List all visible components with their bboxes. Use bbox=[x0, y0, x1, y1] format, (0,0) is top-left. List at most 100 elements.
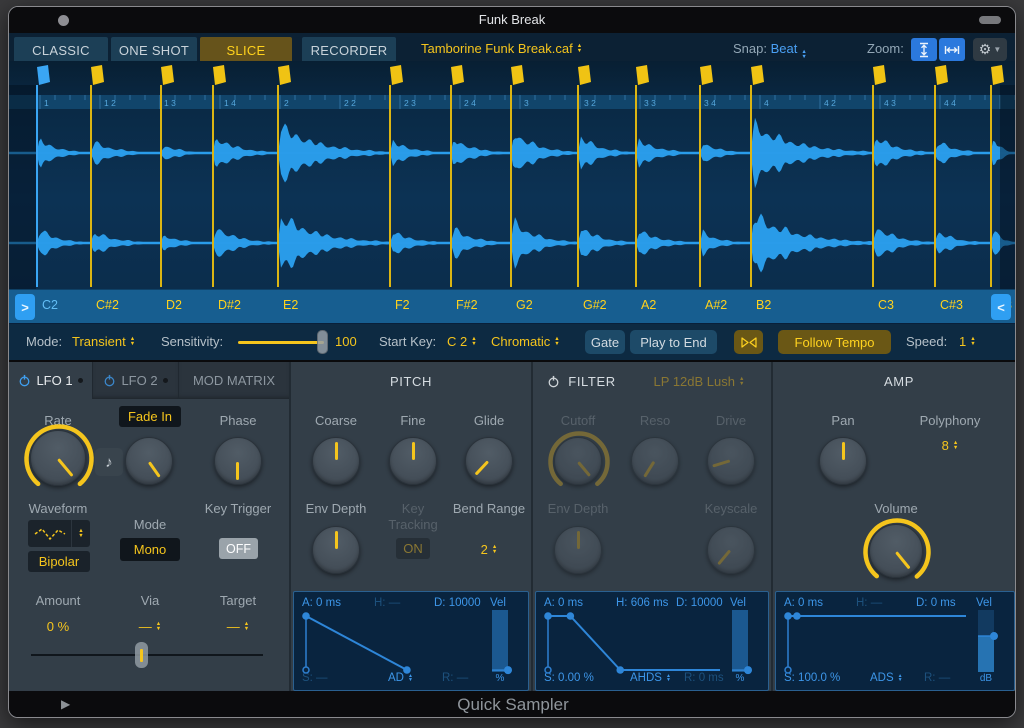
ruler-label: 4 bbox=[764, 98, 769, 108]
slice-marker-flag[interactable] bbox=[636, 65, 649, 85]
fade-in-toggle[interactable]: Fade In bbox=[119, 406, 181, 427]
slice-marker-flag[interactable] bbox=[511, 65, 524, 85]
pitch-envelope-display[interactable]: A: 0 msH: —D: 10000VelS: —AD▲▼R: —% bbox=[293, 591, 529, 691]
crossfade-button[interactable] bbox=[734, 330, 763, 354]
tab-lfo1[interactable]: LFO 1 bbox=[9, 362, 93, 399]
keyscale-knob[interactable] bbox=[707, 526, 755, 574]
cutoff-knob[interactable] bbox=[554, 437, 602, 485]
lfo-rate-knob[interactable] bbox=[30, 430, 86, 486]
amount-label: Amount bbox=[36, 593, 81, 608]
slice-key-label[interactable]: G2 bbox=[516, 298, 533, 312]
pan-knob[interactable] bbox=[819, 437, 867, 485]
start-key-selector[interactable]: C 2▲▼ bbox=[447, 334, 477, 349]
waveform-display[interactable]: 11 21 31 422 22 32 433 23 33 444 24 34 4 bbox=[9, 61, 1016, 289]
bend-range-selector[interactable]: 2▲▼ bbox=[481, 542, 498, 557]
slice-marker-flag[interactable] bbox=[161, 65, 174, 85]
amp-envelope-display[interactable]: A: 0 msH: —D: 0 msVelS: 100.0 %ADS▲▼R: —… bbox=[775, 591, 1015, 691]
slice-marker-flag[interactable] bbox=[991, 65, 1004, 85]
slice-key-label[interactable]: C#3 bbox=[940, 298, 963, 312]
amount-slider-handle[interactable] bbox=[135, 642, 148, 668]
mode-selector[interactable]: Transient▲▼ bbox=[72, 334, 135, 349]
slice-marker-flag[interactable] bbox=[37, 65, 50, 85]
pitch-env-depth-knob[interactable] bbox=[312, 526, 360, 574]
filter-envelope-display[interactable]: A: 0 msH: 606 msD: 10000VelS: 0.00 %AHDS… bbox=[535, 591, 769, 691]
gate-button[interactable]: Gate bbox=[585, 330, 625, 354]
fine-knob[interactable] bbox=[389, 437, 437, 485]
slice-key-label[interactable]: D2 bbox=[166, 298, 182, 312]
pan-label: Pan bbox=[831, 413, 854, 428]
power-icon[interactable] bbox=[18, 374, 31, 387]
lfo-phase-knob[interactable] bbox=[214, 437, 262, 485]
play-icon[interactable]: ▶ bbox=[61, 697, 70, 711]
slice-marker-flag[interactable] bbox=[451, 65, 464, 85]
slice-key-label[interactable]: D#2 bbox=[218, 298, 241, 312]
snap-selector[interactable]: Snap: Beat▲▼ bbox=[733, 41, 807, 60]
filter-type-selector[interactable]: LP 12dB Lush▲▼ bbox=[654, 374, 745, 389]
filter-title: FILTER bbox=[568, 374, 615, 389]
slice-key-label[interactable]: G#2 bbox=[583, 298, 607, 312]
bend-range-label: Bend Range bbox=[452, 501, 526, 517]
tab-recorder[interactable]: RECORDER bbox=[302, 37, 396, 63]
lfo-waveform-selector[interactable]: ▲▼ bbox=[28, 520, 90, 547]
rate-sync-note-button[interactable]: ♪ bbox=[95, 448, 123, 476]
reso-knob[interactable] bbox=[631, 437, 679, 485]
bipolar-toggle[interactable]: Bipolar bbox=[28, 551, 90, 572]
scroll-right-button[interactable]: < bbox=[991, 294, 1011, 320]
via-selector[interactable]: —▲▼ bbox=[139, 619, 161, 634]
slice-key-label[interactable]: A2 bbox=[641, 298, 656, 312]
tab-classic[interactable]: CLASSIC bbox=[14, 37, 108, 63]
slice-key-label[interactable]: F#2 bbox=[456, 298, 478, 312]
tab-slice[interactable]: SLICE bbox=[200, 37, 292, 63]
filter-power-icon[interactable] bbox=[547, 375, 560, 388]
tab-mod-matrix[interactable]: MOD MATRIX bbox=[179, 362, 289, 399]
zoom-horizontal-button[interactable] bbox=[939, 38, 965, 61]
sensitivity-slider-handle[interactable] bbox=[317, 330, 328, 354]
ruler-label: 1 bbox=[44, 98, 49, 108]
sensitivity-slider[interactable] bbox=[238, 341, 324, 344]
lfo-waveshape-icon bbox=[28, 520, 72, 547]
sensitivity-label: Sensitivity: bbox=[161, 334, 223, 349]
key-trigger-off-button[interactable]: OFF bbox=[219, 538, 258, 559]
amp-env-vel-handle[interactable] bbox=[990, 632, 998, 640]
slice-marker-flag[interactable] bbox=[751, 65, 764, 85]
slice-key-label[interactable]: C#2 bbox=[96, 298, 119, 312]
volume-knob[interactable] bbox=[869, 524, 923, 578]
speed-selector[interactable]: 1▲▼ bbox=[959, 334, 976, 349]
slice-key-label[interactable]: C2 bbox=[42, 298, 58, 312]
slice-marker-flag[interactable] bbox=[700, 65, 713, 85]
slice-marker-flag[interactable] bbox=[873, 65, 886, 85]
zoom-vertical-button[interactable] bbox=[911, 38, 937, 61]
follow-tempo-button[interactable]: Follow Tempo bbox=[778, 330, 891, 354]
slice-marker-flag[interactable] bbox=[213, 65, 226, 85]
coarse-knob[interactable] bbox=[312, 437, 360, 485]
slice-key-label[interactable]: B2 bbox=[756, 298, 771, 312]
slice-key-label[interactable]: A#2 bbox=[705, 298, 727, 312]
slice-key-label[interactable]: C3 bbox=[878, 298, 894, 312]
scroll-left-button[interactable]: > bbox=[15, 294, 35, 320]
slice-marker-flag[interactable] bbox=[91, 65, 104, 85]
tab-lfo2[interactable]: LFO 2 bbox=[93, 362, 179, 399]
filter-env-depth-knob[interactable] bbox=[554, 526, 602, 574]
tab-one-shot[interactable]: ONE SHOT bbox=[111, 37, 197, 63]
lfo-mode-value[interactable]: Mono bbox=[120, 538, 180, 561]
polyphony-selector[interactable]: 8▲▼ bbox=[942, 438, 959, 453]
amount-value[interactable]: 0 % bbox=[47, 619, 69, 634]
target-selector[interactable]: —▲▼ bbox=[227, 619, 249, 634]
slice-marker-flag[interactable] bbox=[390, 65, 403, 85]
sample-file-selector[interactable]: Tamborine Funk Break.caf ▲▼ bbox=[421, 41, 582, 56]
drive-knob[interactable] bbox=[707, 437, 755, 485]
settings-button[interactable]: ⚙▼ bbox=[973, 38, 1007, 61]
pitch-panel: PITCH Coarse Fine Glide Env Depth Key Tr… bbox=[291, 362, 531, 693]
lfo-fade-in-knob[interactable] bbox=[125, 437, 173, 485]
window-control-pill[interactable] bbox=[979, 16, 1001, 24]
slice-key-label[interactable]: F2 bbox=[395, 298, 410, 312]
slice-marker-flag[interactable] bbox=[578, 65, 591, 85]
slice-marker-flag[interactable] bbox=[278, 65, 291, 85]
glide-knob[interactable] bbox=[465, 437, 513, 485]
scale-selector[interactable]: Chromatic▲▼ bbox=[491, 334, 560, 349]
power-icon[interactable] bbox=[103, 374, 116, 387]
play-to-end-button[interactable]: Play to End bbox=[630, 330, 717, 354]
slice-marker-flag[interactable] bbox=[935, 65, 948, 85]
key-tracking-on-button[interactable]: ON bbox=[396, 538, 430, 559]
slice-key-label[interactable]: E2 bbox=[283, 298, 298, 312]
